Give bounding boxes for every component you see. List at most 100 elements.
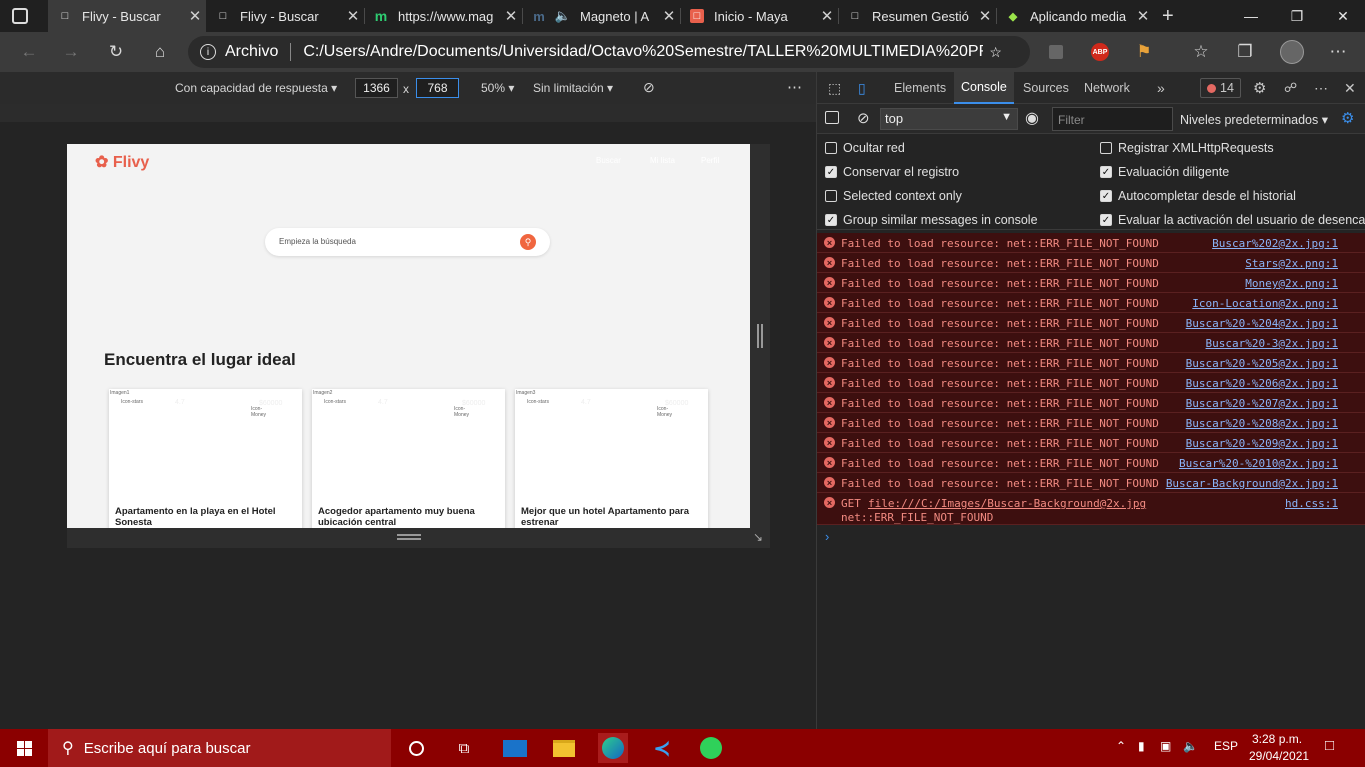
checkbox[interactable]: ✓ [825, 214, 837, 226]
error-source-link[interactable]: Icon-Location@2x.png:1 [1192, 297, 1338, 310]
console-prompt-icon[interactable]: › [825, 529, 829, 544]
inspect-icon[interactable]: ⬚ [821, 72, 848, 104]
get-source-link[interactable]: hd.css:1 [1285, 497, 1338, 510]
clock-time[interactable]: 3:28 p.m. [1252, 732, 1302, 746]
info-icon[interactable]: i [200, 44, 216, 60]
volume-icon[interactable]: 🔈 [1183, 739, 1198, 753]
nav-buscar[interactable]: Buscar [596, 156, 621, 165]
close-tab-icon[interactable]: ✕ [1132, 7, 1154, 25]
error-source-link[interactable]: Buscar%20-3@2x.jpg:1 [1206, 337, 1338, 350]
devtools-more-icon[interactable]: ⋯ [1307, 72, 1335, 104]
gear-icon[interactable]: ⚙ [1246, 72, 1273, 104]
context-select[interactable]: top ▼ [880, 108, 1018, 130]
device-toggle-icon[interactable]: ▯ [851, 72, 873, 104]
windows-start-icon[interactable] [9, 733, 39, 763]
cortana-icon[interactable] [401, 733, 431, 763]
tab-elements[interactable]: Elements [887, 72, 953, 104]
restore-icon[interactable]: ❐ [1274, 0, 1320, 32]
tab-aplicando[interactable]: ◆ Aplicando media ✕ [996, 0, 1154, 32]
more-menu-icon[interactable]: ⋯ [1325, 39, 1351, 65]
close-tab-icon[interactable]: ✕ [184, 7, 206, 25]
error-source-link[interactable]: Buscar-Background@2x.jpg:1 [1166, 477, 1338, 490]
tab-resumen[interactable]: □ Resumen Gestió ✕ [838, 0, 996, 32]
new-tab-icon[interactable]: + [1162, 5, 1174, 28]
checkbox[interactable] [1100, 142, 1112, 154]
checkbox[interactable]: ✓ [1100, 190, 1112, 202]
throttle-select[interactable]: Sin limitación ▾ [533, 81, 613, 95]
vscode-icon[interactable]: ≺ [647, 733, 677, 763]
back-icon[interactable]: ← [16, 39, 42, 65]
favorites-icon[interactable]: ☆ [1188, 39, 1214, 65]
listing-card[interactable]: Imagen2 Icon-stars 4.7 $60000 Icon-Money… [312, 389, 505, 528]
error-source-link[interactable]: Stars@2x.png:1 [1245, 257, 1338, 270]
tab-network[interactable]: Network [1077, 72, 1137, 104]
tab-flivy-buscar-1[interactable]: □ Flivy - Buscar ✕ [48, 0, 206, 32]
close-devtools-icon[interactable]: ✕ [1337, 72, 1363, 104]
extension-color-icon[interactable]: ⚑ [1131, 39, 1157, 65]
taskbar-search[interactable]: ⚲ Escribe aquí para buscar [48, 729, 391, 767]
file-explorer-icon[interactable] [549, 733, 579, 763]
error-source-link[interactable]: Buscar%20-%2010@2x.jpg:1 [1179, 457, 1338, 470]
device-more-icon[interactable]: ⋯ [787, 78, 802, 96]
site-search-bar[interactable]: Empieza la búsqueda ⚲ [265, 228, 550, 256]
tab-sources[interactable]: Sources [1016, 72, 1076, 104]
forward-icon[interactable]: → [58, 39, 84, 65]
checkbox[interactable] [825, 190, 837, 202]
corner-resize-icon[interactable]: ↘ [753, 530, 763, 544]
speaker-icon[interactable]: 🔈 [555, 8, 571, 23]
add-favorite-icon[interactable]: ☆ [989, 44, 1002, 61]
error-source-link[interactable]: Buscar%20-%204@2x.jpg:1 [1186, 317, 1338, 330]
close-tab-icon[interactable]: ✕ [342, 7, 364, 25]
tab-magneto-url[interactable]: m https://www.mag ✕ [364, 0, 522, 32]
checkbox[interactable]: ✓ [1100, 214, 1112, 226]
feedback-icon[interactable]: ☍ [1277, 72, 1304, 104]
task-view-icon[interactable]: ⧉ [449, 733, 479, 763]
get-url-link[interactable]: file:///C:/Images/Buscar-Background@2x.j… [868, 497, 1146, 510]
option-group-similar[interactable]: ✓ Group similar messages in console [825, 213, 1038, 227]
notifications-icon[interactable]: □ [1325, 737, 1334, 754]
listing-card[interactable]: Imagen1 Icon-stars 4.7 $60000 Icon-Money… [109, 389, 302, 528]
tab-console[interactable]: Console [954, 72, 1014, 104]
eye-icon[interactable]: ◉ [1025, 108, 1039, 128]
battery-icon[interactable]: ▮ [1138, 739, 1145, 753]
sidebar-toggle-icon[interactable] [825, 111, 839, 124]
nav-mi-lista[interactable]: Mi lista [650, 156, 675, 165]
resize-handle-bottom[interactable]: ↘ [67, 528, 770, 548]
listing-card[interactable]: Imagen3 Icon-stars 4.7 $60000 Icon-Money… [515, 389, 708, 528]
listing-title[interactable]: Apartamento en la playa en el Hotel Sone… [115, 506, 295, 528]
error-source-link[interactable]: Buscar%20-%208@2x.jpg:1 [1186, 417, 1338, 430]
extension-icon[interactable] [1043, 39, 1069, 65]
option-conservar-registro[interactable]: ✓ Conservar el registro [825, 165, 959, 179]
close-tab-icon[interactable]: ✕ [500, 7, 522, 25]
collections-icon[interactable]: ❐ [1232, 39, 1258, 65]
rotate-icon[interactable]: ⊘ [643, 79, 655, 96]
option-evaluar-activacion[interactable]: ✓ Evaluar la activación del usuario de de… [1100, 213, 1365, 227]
zoom-select[interactable]: 50% ▾ [481, 81, 514, 95]
error-source-link[interactable]: Buscar%20-%209@2x.jpg:1 [1186, 437, 1338, 450]
clear-console-icon[interactable]: ⊘ [857, 109, 870, 127]
error-count-badge[interactable]: 14 [1200, 78, 1241, 98]
error-source-link[interactable]: Buscar%20-%205@2x.jpg:1 [1186, 357, 1338, 370]
filter-input[interactable]: Filter [1052, 107, 1173, 131]
checkbox[interactable]: ✓ [825, 166, 837, 178]
tray-chevron-icon[interactable]: ⌃ [1116, 739, 1126, 753]
viewport-width-input[interactable]: 1366 [355, 78, 398, 98]
clock-date[interactable]: 29/04/2021 [1249, 749, 1309, 763]
site-logo[interactable]: ✿ Flivy [95, 152, 149, 172]
device-mode-select[interactable]: Con capacidad de respuesta ▾ [175, 81, 337, 95]
whatsapp-icon[interactable] [696, 733, 726, 763]
option-autocompletar[interactable]: ✓ Autocompletar desde el historial [1100, 189, 1296, 203]
console-settings-icon[interactable]: ⚙ [1341, 109, 1354, 127]
close-tab-icon[interactable]: ✕ [816, 7, 838, 25]
reload-icon[interactable]: ↻ [103, 39, 129, 65]
minimize-icon[interactable]: — [1228, 0, 1274, 32]
close-tab-icon[interactable]: ✕ [974, 7, 996, 25]
more-tabs-icon[interactable]: » [1150, 72, 1172, 104]
avatar[interactable] [1279, 39, 1305, 65]
checkbox[interactable]: ✓ [1100, 166, 1112, 178]
address-url[interactable]: C:/Users/Andre/Documents/Universidad/Oct… [303, 43, 983, 61]
home-icon[interactable]: ⌂ [147, 39, 173, 65]
error-source-link[interactable]: Buscar%202@2x.jpg:1 [1212, 237, 1338, 250]
option-evaluacion-diligente[interactable]: ✓ Evaluación diligente [1100, 165, 1229, 179]
checkbox[interactable] [825, 142, 837, 154]
